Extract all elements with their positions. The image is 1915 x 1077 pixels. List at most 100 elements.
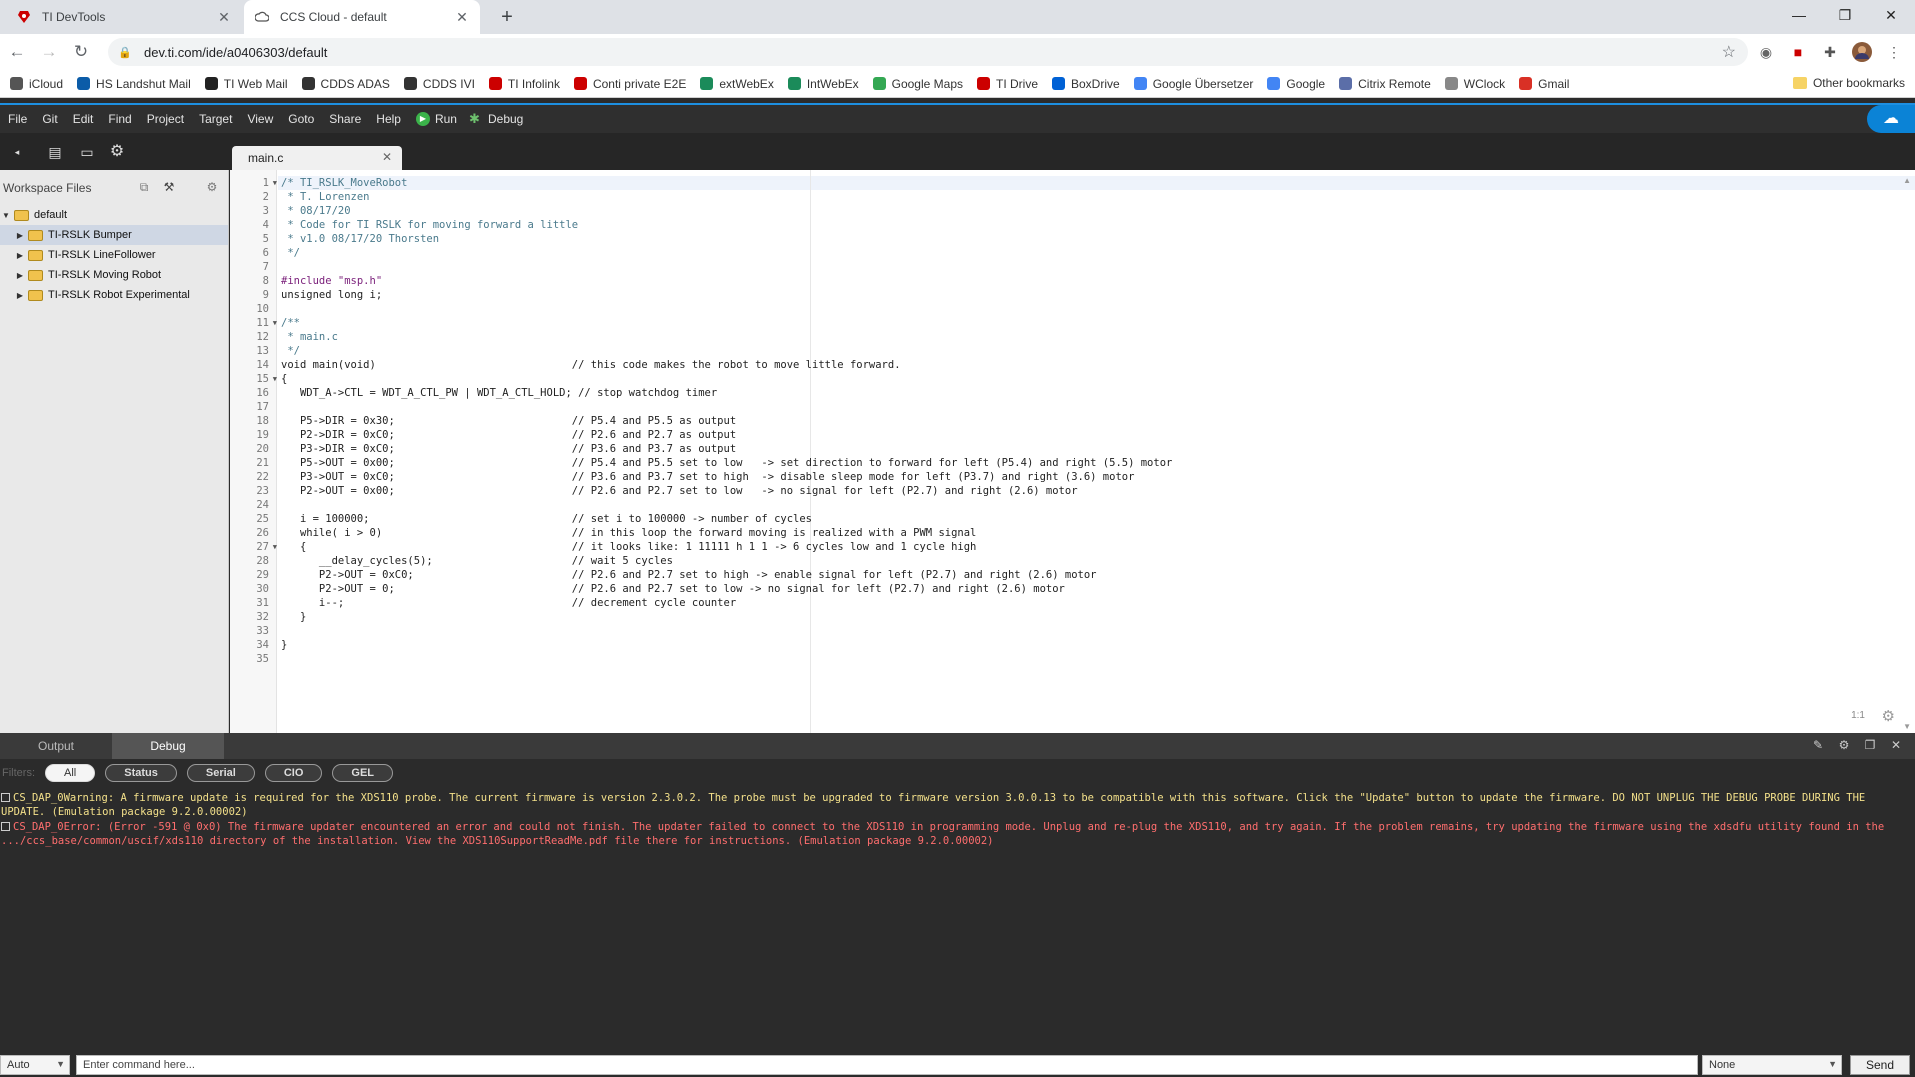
build-hammer-icon[interactable]: ⚒ [162, 180, 176, 194]
code-line[interactable]: P2->OUT = 0xC0; // P2.6 and P2.7 set to … [281, 568, 1172, 582]
code-line[interactable]: /** [281, 316, 1172, 330]
bookmark-item[interactable]: extWebEx [700, 77, 774, 91]
code-line[interactable]: __delay_cycles(5); // wait 5 cycles [281, 554, 1172, 568]
tab-debug[interactable]: Debug [112, 733, 224, 759]
restore-icon[interactable]: ❐ [1822, 0, 1868, 30]
other-bookmarks[interactable]: Other bookmarks [1792, 76, 1905, 90]
address-bar[interactable]: 🔒 dev.ti.com/ide/a0406303/default ☆ [108, 38, 1748, 66]
bookmark-item[interactable]: TI Drive [977, 77, 1038, 91]
expand-down-icon[interactable]: ▼ [0, 211, 12, 220]
reload-icon[interactable]: ↻ [68, 39, 94, 65]
code-line[interactable]: /* TI_RSLK_MoveRobot [281, 176, 1172, 190]
code-line[interactable]: unsigned long i; [281, 288, 1172, 302]
code-line[interactable]: #include "msp.h" [281, 274, 1172, 288]
code-line[interactable]: { // it looks like: 1 11111 h 1 1 -> 6 c… [281, 540, 1172, 554]
code-line[interactable]: */ [281, 344, 1172, 358]
bookmark-item[interactable]: Gmail [1519, 77, 1569, 91]
bookmark-item[interactable]: CDDS IVI [403, 77, 475, 91]
more-menu-icon[interactable]: ⋮ [1884, 42, 1904, 62]
code-line[interactable] [281, 652, 1172, 666]
code-line[interactable]: } [281, 610, 1172, 624]
code-line[interactable]: * 08/17/20 [281, 204, 1172, 218]
code-line[interactable]: { [281, 372, 1172, 386]
tree-root-default[interactable]: ▼ default [0, 205, 228, 225]
code-line[interactable]: i--; // decrement cycle counter [281, 596, 1172, 610]
code-line[interactable]: i = 100000; // set i to 100000 -> number… [281, 512, 1172, 526]
tab-output[interactable]: Output [0, 733, 112, 759]
code-editor[interactable]: 1 ▼ 2 3 4 5 6 7 8 9 10 11 ▼ 12 13 14 15 ▼ 16 17 18 19 20 21 22 23… [230, 170, 1915, 733]
code-line[interactable]: */ [281, 246, 1172, 260]
code-line[interactable]: P2->OUT = 0x00; // P2.6 and P2.7 set to … [281, 484, 1172, 498]
back-arrow-icon[interactable]: ← [4, 39, 30, 65]
menu-item-git[interactable]: Git [42, 112, 57, 126]
code-line[interactable]: P2->OUT = 0; // P2.6 and P2.7 set to low… [281, 582, 1172, 596]
expand-right-icon[interactable]: ▶ [14, 251, 26, 260]
collapse-arrow-icon[interactable]: ◂ [8, 143, 26, 161]
code-line[interactable]: void main(void) // this code makes the r… [281, 358, 1172, 372]
tree-item-project[interactable]: ▶ TI-RSLK Bumper [0, 225, 228, 245]
gear-icon[interactable]: ⚙ [205, 180, 219, 194]
menu-item-share[interactable]: Share [329, 112, 361, 126]
bookmark-item[interactable]: BoxDrive [1052, 77, 1120, 91]
gear-icon[interactable]: ⚙ [1831, 738, 1857, 752]
debug-button[interactable]: ✱ Debug [469, 112, 523, 127]
code-line[interactable] [281, 498, 1172, 512]
code-line[interactable]: P3->OUT = 0xC0; // P3.6 and P3.7 set to … [281, 470, 1172, 484]
bookmark-item[interactable]: Google Übersetzer [1133, 77, 1253, 91]
minimize-icon[interactable]: — [1776, 0, 1822, 30]
window-close-icon[interactable]: ✕ [1868, 0, 1914, 30]
code-line[interactable]: * Code for TI RSLK for moving forward a … [281, 218, 1172, 232]
forward-arrow-icon[interactable]: → [36, 39, 62, 65]
send-button[interactable]: Send [1850, 1055, 1910, 1075]
avatar[interactable] [1852, 42, 1872, 62]
browser-tab-ccs-cloud[interactable]: CCS Cloud - default ✕ [244, 0, 480, 34]
bookmark-item[interactable]: TI Web Mail [204, 77, 288, 91]
code-line[interactable] [281, 400, 1172, 414]
bookmark-star-icon[interactable]: ☆ [1722, 42, 1736, 62]
collapse-all-icon[interactable]: ⧉ [137, 180, 151, 194]
code-line[interactable]: * v1.0 08/17/20 Thorsten [281, 232, 1172, 246]
tree-item-project[interactable]: ▶ TI-RSLK LineFollower [0, 245, 228, 265]
filter-status-button[interactable]: Status [105, 764, 177, 782]
browser-tab-ti-devtools[interactable]: TI DevTools ✕ [6, 0, 242, 34]
scroll-up-icon[interactable]: ▲ [1903, 176, 1911, 185]
filter-cio-button[interactable]: CIO [264, 764, 323, 782]
tree-item-project[interactable]: ▶ TI-RSLK Robot Experimental [0, 285, 228, 305]
filter-gel-button[interactable]: GEL [332, 764, 394, 782]
menu-item-project[interactable]: Project [147, 112, 184, 126]
maximize-icon[interactable]: ❐ [1857, 738, 1883, 752]
code-line[interactable] [281, 302, 1172, 316]
code-line[interactable]: WDT_A->CTL = WDT_A_CTL_PW | WDT_A_CTL_HO… [281, 386, 1172, 400]
code-line[interactable]: P5->OUT = 0x00; // P5.4 and P5.5 set to … [281, 456, 1172, 470]
code-line[interactable]: while( i > 0) // in this loop the forwar… [281, 526, 1172, 540]
fold-arrow-icon[interactable]: ▼ [273, 372, 277, 386]
expand-right-icon[interactable]: ▶ [14, 231, 26, 240]
menu-item-goto[interactable]: Goto [288, 112, 314, 126]
filter-all-button[interactable]: All [45, 764, 96, 782]
menu-item-find[interactable]: Find [108, 112, 131, 126]
bookmark-item[interactable]: Google [1267, 77, 1325, 91]
command-input[interactable]: Enter command here... [76, 1055, 1698, 1075]
extensions-puzzle-icon[interactable]: ✚ [1820, 42, 1840, 62]
code-content[interactable]: /* TI_RSLK_MoveRobot * T. Lorenzen * 08/… [281, 176, 1172, 666]
bookmark-item[interactable]: IntWebEx [787, 77, 859, 91]
close-icon[interactable]: ✕ [216, 9, 232, 26]
bookmark-item[interactable]: Google Maps [872, 77, 963, 91]
menu-item-target[interactable]: Target [199, 112, 232, 126]
gear-icon[interactable]: ⚙ [1882, 707, 1895, 725]
menu-item-file[interactable]: File [8, 112, 27, 126]
scroll-down-icon[interactable]: ▼ [1903, 722, 1911, 731]
code-line[interactable] [281, 260, 1172, 274]
editor-tab-main-c[interactable]: main.c ✕ [232, 146, 402, 170]
close-icon[interactable]: ✕ [454, 9, 470, 26]
bookmark-item[interactable]: Conti private E2E [573, 77, 686, 91]
bookmark-item[interactable]: HS Landshut Mail [77, 77, 191, 91]
run-button[interactable]: ▶ Run [415, 112, 457, 126]
expand-right-icon[interactable]: ▶ [14, 291, 26, 300]
fold-arrow-icon[interactable]: ▼ [273, 316, 277, 330]
bookmark-item[interactable]: WClock [1444, 77, 1505, 91]
close-icon[interactable]: ✕ [1883, 738, 1909, 752]
fold-arrow-icon[interactable]: ▼ [273, 176, 277, 190]
bookmark-item[interactable]: iCloud [10, 77, 63, 91]
extension-circle-icon[interactable]: ◉ [1756, 42, 1776, 62]
